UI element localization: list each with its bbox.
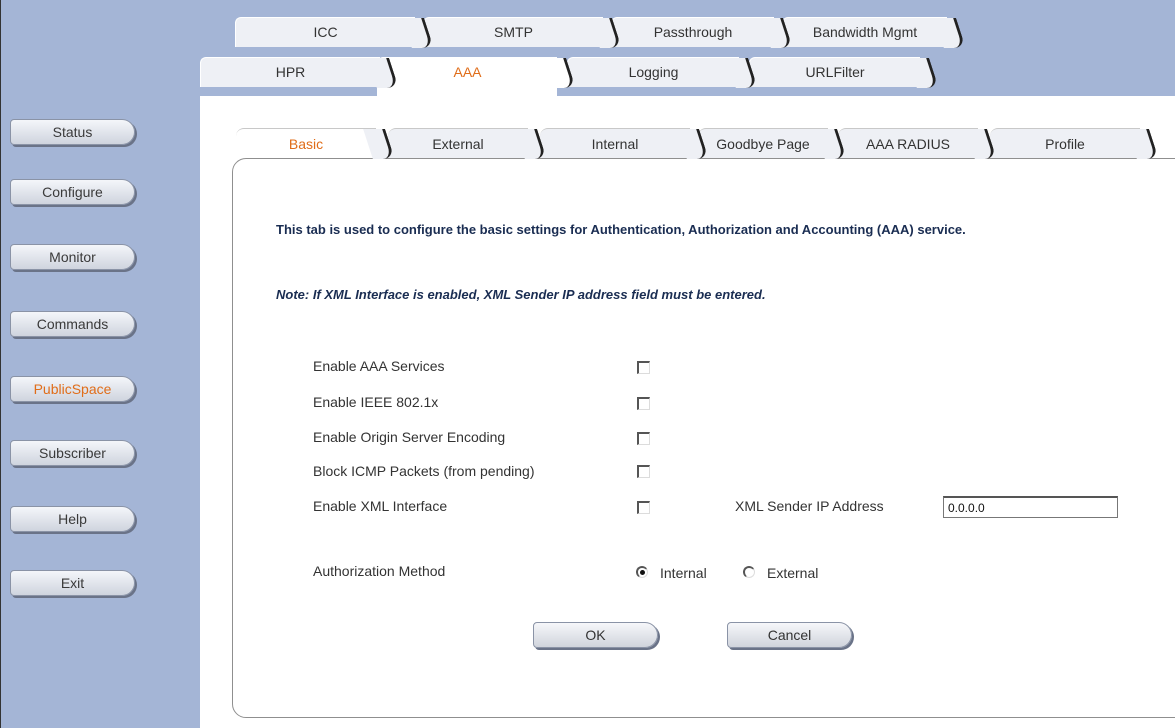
subtab-profile[interactable]: Profile	[990, 128, 1159, 159]
auth-internal-label: Internal	[660, 565, 707, 581]
enable-xml-interface-label: Enable XML Interface	[313, 498, 448, 514]
block-icmp-packets-checkbox[interactable]	[637, 465, 650, 478]
subtab-profile-label: Profile	[1045, 136, 1085, 152]
enable-aaa-services-checkbox[interactable]	[637, 361, 650, 374]
tab-hpr[interactable]: HPR	[200, 57, 399, 88]
nav-status-button[interactable]: Status	[10, 119, 135, 145]
enable-origin-server-encoding-label: Enable Origin Server Encoding	[313, 429, 506, 445]
nav-configure-button[interactable]: Configure	[10, 179, 135, 205]
enable-ieee-8021x-label: Enable IEEE 802.1x	[313, 394, 439, 410]
authorization-method-label: Authorization Method	[313, 563, 446, 579]
auth-internal-radio[interactable]	[636, 566, 648, 578]
cancel-button[interactable]: Cancel	[727, 622, 852, 648]
tab-aaa-label: AAA	[453, 64, 482, 80]
tab-logging-label: Logging	[628, 64, 679, 80]
ok-button[interactable]: OK	[533, 622, 658, 648]
nav-help-button[interactable]: Help	[10, 506, 135, 532]
tab-passthrough-label: Passthrough	[653, 24, 733, 40]
subtab-basic[interactable]: Basic	[236, 128, 395, 159]
nav-exit-button[interactable]: Exit	[10, 570, 135, 596]
tab-passthrough[interactable]: Passthrough	[611, 17, 793, 48]
tab-aaa[interactable]: AAA	[377, 57, 576, 97]
tab-smtp[interactable]: SMTP	[423, 17, 622, 48]
xml-sender-ip-input[interactable]	[943, 496, 1118, 518]
subtab-external[interactable]: External	[388, 128, 547, 159]
xml-note: Note: If XML Interface is enabled, XML S…	[276, 287, 766, 302]
tab-urlfilter-label: URLFilter	[805, 64, 865, 80]
tab-hpr-label: HPR	[275, 64, 306, 80]
subtab-goodbye-page[interactable]: Goodbye Page	[698, 128, 847, 159]
auth-external-label: External	[767, 565, 819, 581]
tab-urlfilter[interactable]: URLFilter	[749, 57, 939, 88]
enable-xml-interface-checkbox[interactable]	[637, 501, 650, 514]
subtab-aaa-radius[interactable]: AAA RADIUS	[838, 128, 997, 159]
auth-external-radio[interactable]	[743, 566, 755, 578]
enable-aaa-services-label: Enable AAA Services	[313, 358, 445, 374]
tab-bandwidth-mgmt-label: Bandwidth Mgmt	[812, 24, 918, 40]
nav-publicspace-button[interactable]: PublicSpace	[10, 376, 135, 402]
subtab-goodbye-page-label: Goodbye Page	[716, 136, 810, 152]
nav-commands-button[interactable]: Commands	[10, 311, 135, 337]
subtab-aaa-radius-label: AAA RADIUS	[865, 136, 951, 152]
sidebar	[1, 0, 200, 728]
tab-curl	[1127, 129, 1159, 159]
subtab-external-label: External	[432, 136, 484, 152]
tab-icc[interactable]: ICC	[235, 17, 434, 48]
subtab-internal[interactable]: Internal	[540, 128, 709, 159]
enable-ieee-8021x-checkbox[interactable]	[637, 397, 650, 410]
subtab-basic-label: Basic	[288, 136, 324, 152]
enable-origin-server-encoding-checkbox[interactable]	[637, 432, 650, 445]
nav-monitor-button[interactable]: Monitor	[10, 244, 135, 270]
xml-sender-ip-label: XML Sender IP Address	[735, 498, 884, 514]
tab-bandwidth-mgmt[interactable]: Bandwidth Mgmt	[782, 17, 966, 48]
tab-icc-label: ICC	[313, 24, 338, 40]
subtab-internal-label: Internal	[591, 136, 639, 152]
block-icmp-packets-label: Block ICMP Packets (from pending)	[313, 463, 535, 479]
tab-smtp-label: SMTP	[494, 24, 533, 40]
tab-logging[interactable]: Logging	[567, 57, 758, 88]
page-description: This tab is used to configure the basic …	[276, 222, 966, 237]
nav-subscriber-button[interactable]: Subscriber	[10, 440, 135, 466]
